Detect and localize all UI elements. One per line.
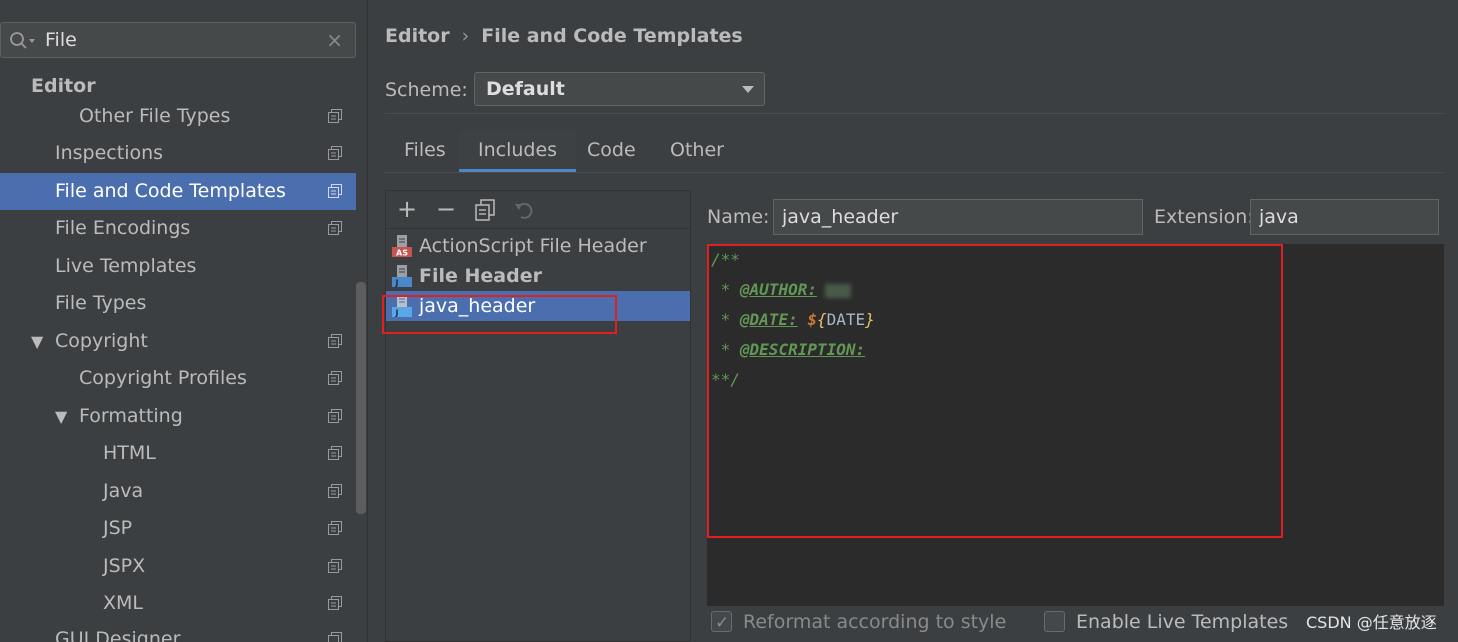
sidebar-item-label: XML bbox=[103, 592, 143, 614]
sidebar-item-label: Inspections bbox=[55, 142, 164, 164]
copy-template-button[interactable] bbox=[472, 199, 498, 225]
sidebar-item-label: Formatting bbox=[79, 405, 183, 427]
chevron-right-icon: › bbox=[461, 25, 470, 47]
sidebar-item-label: Copyright Profiles bbox=[79, 367, 247, 389]
sidebar-item-label: File Encodings bbox=[55, 217, 191, 239]
scheme-value: Default bbox=[486, 78, 565, 100]
project-copy-icon bbox=[328, 146, 342, 160]
project-copy-icon bbox=[328, 632, 342, 642]
list-toolbar: + − bbox=[386, 191, 690, 229]
template-item-actionscript-file-header[interactable]: AS ActionScript File Header bbox=[386, 231, 690, 261]
breadcrumb-parent[interactable]: Editor bbox=[385, 22, 450, 50]
sidebar-item-jspx[interactable]: JSPX bbox=[0, 548, 356, 585]
sidebar-item-label: Live Templates bbox=[55, 255, 197, 277]
sidebar-item-other-file-types[interactable]: Other File Types bbox=[0, 98, 356, 135]
settings-sidebar: × Editor Other File Types Inspections Fi… bbox=[0, 0, 368, 642]
breadcrumb: Editor › File and Code Templates bbox=[385, 22, 743, 50]
sidebar-item-xml[interactable]: XML bbox=[0, 585, 356, 622]
project-copy-icon bbox=[328, 109, 342, 123]
settings-search-input[interactable] bbox=[45, 27, 315, 53]
sidebar-item-jsp[interactable]: JSP bbox=[0, 510, 356, 547]
sidebar-item-label: File Types bbox=[55, 292, 147, 314]
project-copy-icon bbox=[328, 221, 342, 235]
sidebar-item-label: JSP bbox=[103, 517, 133, 539]
java-file-icon: J bbox=[392, 265, 412, 288]
sidebar-item-copyright-profiles[interactable]: Copyright Profiles bbox=[0, 360, 356, 397]
scheme-select[interactable]: Default bbox=[474, 72, 765, 106]
expand-arrow-icon[interactable]: ▼ bbox=[55, 398, 67, 435]
project-copy-icon bbox=[328, 409, 342, 423]
sidebar-item-file-and-code-templates[interactable]: File and Code Templates bbox=[0, 173, 356, 210]
scheme-label: Scheme: bbox=[385, 79, 468, 101]
project-copy-icon bbox=[328, 334, 342, 348]
project-copy-icon bbox=[328, 371, 342, 385]
template-item-label: File Header bbox=[419, 265, 542, 287]
undo-icon bbox=[515, 202, 533, 219]
sidebar-item-label: Copyright bbox=[55, 330, 148, 352]
svg-text:J: J bbox=[395, 279, 399, 288]
sidebar-item-label: File and Code Templates bbox=[55, 180, 286, 202]
template-item-label: ActionScript File Header bbox=[419, 235, 647, 257]
sidebar-item-inspections[interactable]: Inspections bbox=[0, 135, 356, 172]
project-copy-icon bbox=[328, 521, 342, 535]
name-label: Name: bbox=[707, 206, 770, 228]
expand-arrow-icon[interactable]: ▼ bbox=[31, 323, 43, 360]
tab-code[interactable]: Code bbox=[568, 130, 655, 172]
tab-other[interactable]: Other bbox=[651, 130, 743, 172]
add-template-button[interactable]: + bbox=[394, 197, 420, 223]
divider bbox=[385, 113, 1445, 114]
project-copy-icon bbox=[328, 484, 342, 498]
sidebar-item-gui-designer[interactable]: GUI Designer bbox=[0, 621, 356, 642]
breadcrumb-current: File and Code Templates bbox=[481, 25, 743, 47]
sidebar-item-label: Java bbox=[103, 480, 144, 502]
sidebar-item-copyright[interactable]: ▼ Copyright bbox=[0, 323, 356, 360]
remove-template-button[interactable]: − bbox=[433, 197, 459, 223]
template-item-file-header[interactable]: J File Header bbox=[386, 261, 690, 291]
sidebar-item-formatting[interactable]: ▼ Formatting bbox=[0, 398, 356, 435]
red-highlight-box-editor bbox=[707, 244, 1283, 538]
template-extension-input[interactable] bbox=[1250, 199, 1439, 235]
project-copy-icon bbox=[328, 184, 342, 198]
reformat-label: Reformat according to style bbox=[743, 611, 1007, 633]
red-highlight-box-list bbox=[382, 295, 617, 334]
tab-files[interactable]: Files bbox=[385, 130, 465, 172]
divider bbox=[385, 172, 1445, 173]
actionscript-file-icon: AS bbox=[392, 235, 412, 258]
template-tabs: Files Includes Code Other bbox=[385, 130, 1445, 172]
sidebar-item-html[interactable]: HTML bbox=[0, 435, 356, 472]
sidebar-item-label: GUI Designer bbox=[55, 628, 181, 642]
project-copy-icon bbox=[328, 559, 342, 573]
tab-includes[interactable]: Includes bbox=[459, 130, 577, 172]
search-icon[interactable] bbox=[9, 31, 37, 51]
sidebar-item-java[interactable]: Java bbox=[0, 473, 356, 510]
reformat-checkbox[interactable] bbox=[711, 609, 732, 637]
settings-search-box[interactable]: × bbox=[0, 22, 356, 58]
chevron-down-icon bbox=[742, 86, 754, 93]
sidebar-item-label: HTML bbox=[103, 442, 156, 464]
sidebar-item-file-encodings[interactable]: File Encodings bbox=[0, 210, 356, 247]
live-templates-label: Enable Live Templates bbox=[1076, 611, 1289, 633]
clear-search-icon[interactable]: × bbox=[326, 29, 343, 51]
svg-text:AS: AS bbox=[396, 249, 408, 258]
project-copy-icon bbox=[328, 446, 342, 460]
sidebar-scrollbar[interactable] bbox=[356, 282, 366, 514]
template-name-input[interactable] bbox=[773, 199, 1143, 235]
live-templates-checkbox[interactable] bbox=[1044, 611, 1065, 632]
sidebar-item-file-types[interactable]: File Types bbox=[0, 285, 356, 322]
copy-icon bbox=[475, 199, 495, 221]
watermark: CSDN @任意放逐 bbox=[1306, 613, 1437, 632]
template-list-panel: + − AS ActionScript File Header J File H… bbox=[385, 190, 691, 642]
reset-template-button[interactable] bbox=[511, 199, 537, 225]
sidebar-item-label: JSPX bbox=[103, 555, 146, 577]
extension-label: Extension: bbox=[1154, 206, 1254, 228]
project-copy-icon bbox=[328, 596, 342, 610]
sidebar-item-live-templates[interactable]: Live Templates bbox=[0, 248, 356, 285]
sidebar-item-label: Other File Types bbox=[79, 105, 231, 127]
